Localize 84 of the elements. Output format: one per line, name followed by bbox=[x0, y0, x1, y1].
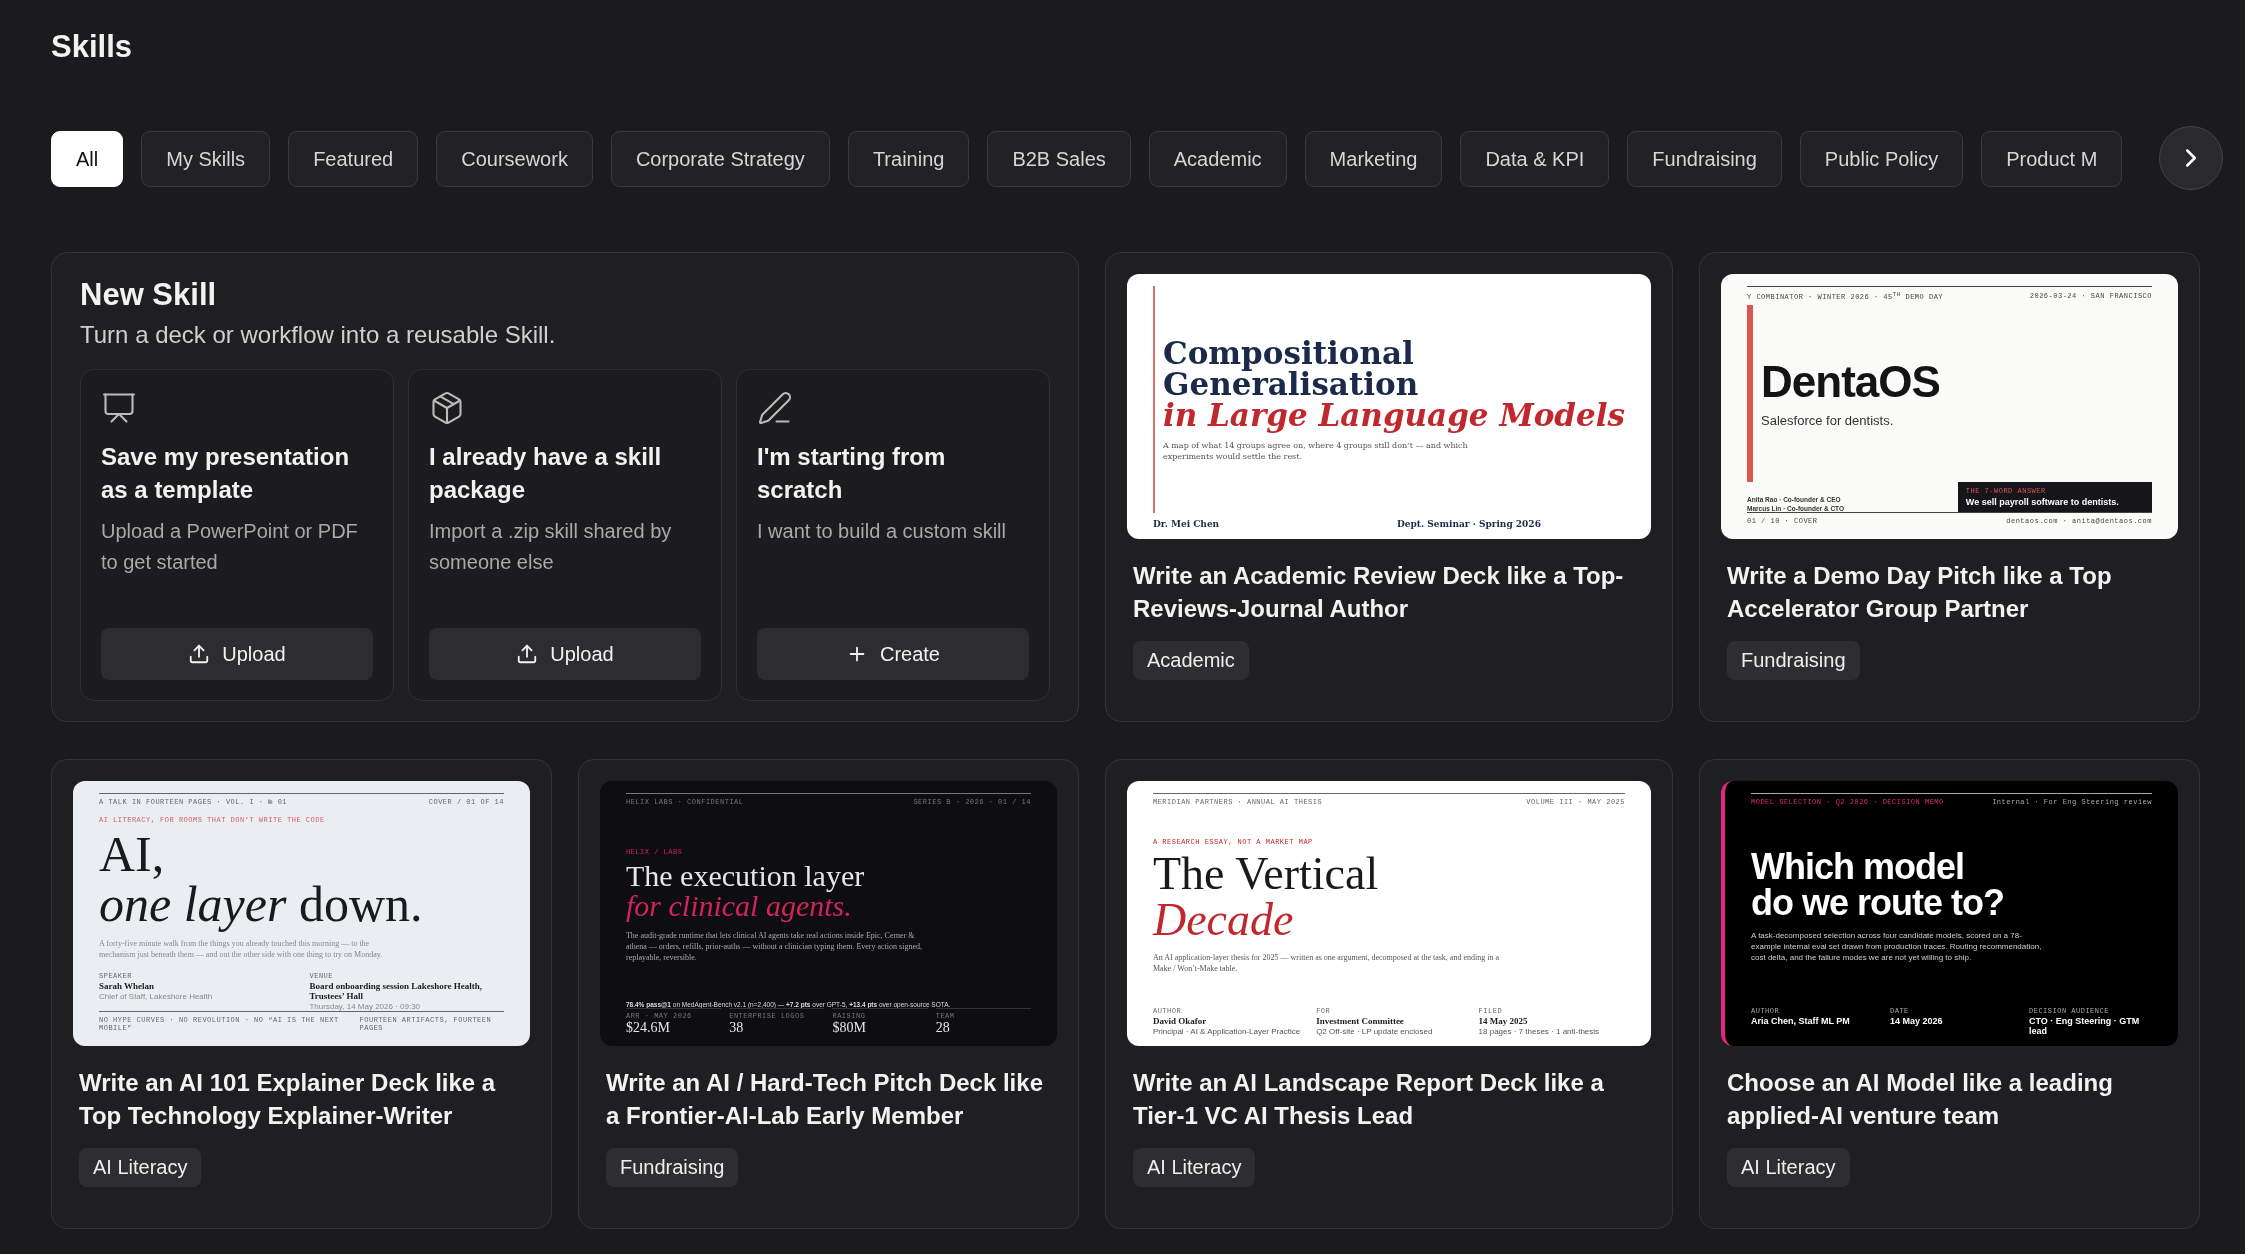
skill-title: Choose an AI Model like a leading applied-AI venture team bbox=[1726, 1068, 2114, 1131]
slide-title: do we route to? bbox=[1751, 884, 2005, 921]
option-title: I'm starting from scratch bbox=[756, 442, 947, 505]
skill-card[interactable] bbox=[51, 759, 552, 1229]
stat-value: 38 bbox=[729, 1020, 745, 1036]
slide-subtitle: A forty-five minute walk from the things you already touched this morning — to the mechanism just beneath them — and out the other side with one thing to try on Monday. bbox=[99, 938, 384, 960]
card-subtitle: Turn a deck or workflow into a reusable Skill. bbox=[80, 320, 557, 350]
category-tag: AI Literacy bbox=[79, 1148, 202, 1187]
slide-title: in Large Language Models bbox=[1162, 399, 1625, 431]
create-button[interactable]: Create bbox=[756, 628, 1029, 680]
upload-button[interactable]: Upload bbox=[429, 628, 701, 680]
skill-title: Write a Demo Day Pitch like a Top Accelerator Group Partner bbox=[1726, 561, 2113, 624]
meta-detail: Chief of Staff, Lakeshore Health bbox=[99, 992, 214, 1001]
skill-card[interactable] bbox=[577, 759, 1079, 1229]
skill-title: Write an Academic Review Deck like a Top-Reviews-Journal Author bbox=[1131, 561, 1625, 624]
option-description: Import a .zip skill shared by someone else bbox=[429, 519, 673, 575]
meta-value: Investment Committee bbox=[1316, 1016, 1405, 1026]
meta-value: Sarah Whelan bbox=[99, 981, 156, 991]
option-description: Upload a PowerPoint or PDF to get started bbox=[101, 519, 359, 575]
filter-tab[interactable]: B2B Sales bbox=[987, 131, 1131, 187]
meta-value: 14 May 2025 bbox=[1478, 1016, 1529, 1026]
skill-title: Write an AI Landscape Report Deck like a Tier-1 VC AI Thesis Lead bbox=[1131, 1068, 1605, 1131]
filter-tab[interactable]: All bbox=[51, 131, 124, 187]
meta-detail: Q2 Off-site · LP update enclosed bbox=[1316, 1027, 1434, 1036]
category-tag: AI Literacy bbox=[1132, 1148, 1256, 1187]
meta-value: Board onboarding session Lakeshore Health, Trustees’ Hall bbox=[309, 981, 484, 1001]
pen-icon bbox=[756, 390, 793, 426]
stat-value: $24.6M bbox=[625, 1020, 671, 1036]
slide-subtitle: Salesforce for dentists. bbox=[1761, 412, 1895, 428]
meta-detail: 18 pages · 7 theses · 1 anti-thesis bbox=[1478, 1027, 1601, 1036]
presentation-board-icon bbox=[101, 390, 137, 426]
page-title: Skills bbox=[51, 28, 133, 66]
slide-title: DentaOS bbox=[1761, 359, 1941, 404]
meta-value: Dept. Seminar · Spring 2026 bbox=[1397, 519, 1542, 529]
meta-value: 14 May 2026 bbox=[1890, 1016, 1944, 1026]
filter-tab[interactable]: Academic bbox=[1148, 131, 1287, 187]
category-tag: AI Literacy bbox=[1727, 1148, 1850, 1187]
stat-value: $80M bbox=[832, 1020, 867, 1036]
filter-tab[interactable]: Fundraising bbox=[1627, 131, 1782, 187]
category-tag: Fundraising bbox=[1727, 641, 1860, 680]
skill-card[interactable] bbox=[1699, 252, 2200, 722]
meta-detail: Principal · AI & Application-Layer Practice bbox=[1152, 1027, 1301, 1036]
card-title: New Skill bbox=[80, 276, 218, 314]
category-tag: Academic bbox=[1132, 641, 1249, 680]
option-title: I already have a skill package bbox=[429, 442, 663, 505]
slide-title: for clinical agents. bbox=[625, 891, 852, 921]
slide-title: The Vertical bbox=[1152, 850, 1380, 897]
option-description: I want to build a custom skill bbox=[756, 519, 1007, 544]
slide-title: Which model bbox=[1751, 848, 1965, 885]
skill-card[interactable] bbox=[1104, 759, 1673, 1229]
slide-title: AI, bbox=[99, 829, 166, 879]
filter-tab[interactable]: Featured bbox=[288, 131, 419, 187]
skill-title: Write an AI 101 Explainer Deck like a Top Technology Explainer-Writer bbox=[78, 1068, 497, 1131]
slide-title: Compositional bbox=[1162, 337, 1415, 369]
filter-tab[interactable]: Marketing bbox=[1304, 131, 1443, 187]
callout-text: We sell payroll software to dentists. bbox=[1965, 497, 2120, 507]
category-tag: Fundraising bbox=[605, 1148, 739, 1187]
skill-title: Write an AI / Hard-Tech Pitch Deck like a Frontier-AI-Lab Early Member bbox=[604, 1068, 1044, 1131]
skill-card[interactable] bbox=[1104, 252, 1673, 722]
meta-value: David Okafor bbox=[1152, 1016, 1208, 1026]
slide-subtitle: An AI application-layer thesis for 2025 — written as one argument, decomposed at the task, and ending in a Make / Won’t-Make table. bbox=[1152, 951, 1500, 974]
upload-button[interactable]: Upload bbox=[101, 628, 373, 680]
filter-tab[interactable]: Training bbox=[847, 131, 970, 187]
filter-tab[interactable]: Public Policy bbox=[1799, 131, 1964, 187]
filter-tab[interactable]: Data & KPI bbox=[1460, 131, 1610, 187]
filter-tab[interactable]: Product M bbox=[1981, 131, 2123, 187]
meta-value: CTO · Eng Steering · GTM lead bbox=[2029, 1016, 2141, 1036]
meta-value: Dr. Mei Chen bbox=[1152, 519, 1221, 529]
package-icon bbox=[429, 390, 465, 426]
option-title: Save my presentation as a template bbox=[101, 442, 351, 505]
slide-title: Decade bbox=[1152, 896, 1295, 943]
meta-detail: Thursday, 14 May 2026 · 09:30 bbox=[309, 1002, 422, 1011]
filter-tab[interactable]: Corporate Strategy bbox=[610, 131, 830, 187]
slide-subtitle: The audit-grade runtime that lets clinical AI agents take real actions inside Epic, Cerner & athena — orders, refills, prior-auths — without a clinician typing them. Every action signed, replayable, reversible. bbox=[625, 930, 923, 963]
upload-icon bbox=[188, 643, 211, 665]
slide-title: The execution layer bbox=[625, 861, 866, 891]
slide-subtitle: A map of what 14 groups agree on, where 4 groups still don’t — and which experiments would settle the rest. bbox=[1162, 439, 1469, 462]
upload-icon bbox=[516, 643, 539, 665]
stat-value: 28 bbox=[935, 1020, 951, 1036]
skill-card[interactable] bbox=[1699, 759, 2200, 1229]
filter-tab[interactable]: Coursework bbox=[436, 131, 593, 187]
meta-value: Aria Chen, Staff ML PM bbox=[1751, 1016, 1851, 1026]
slide-subtitle: A task-decomposed selection across four candidate models, scored on a 78-example internal eval set drawn from production traces. Routing recommendation, cost delta, and the failure modes we are not yet willing to ship. bbox=[1751, 929, 2043, 963]
filter-tab[interactable]: My Skills bbox=[141, 131, 271, 187]
